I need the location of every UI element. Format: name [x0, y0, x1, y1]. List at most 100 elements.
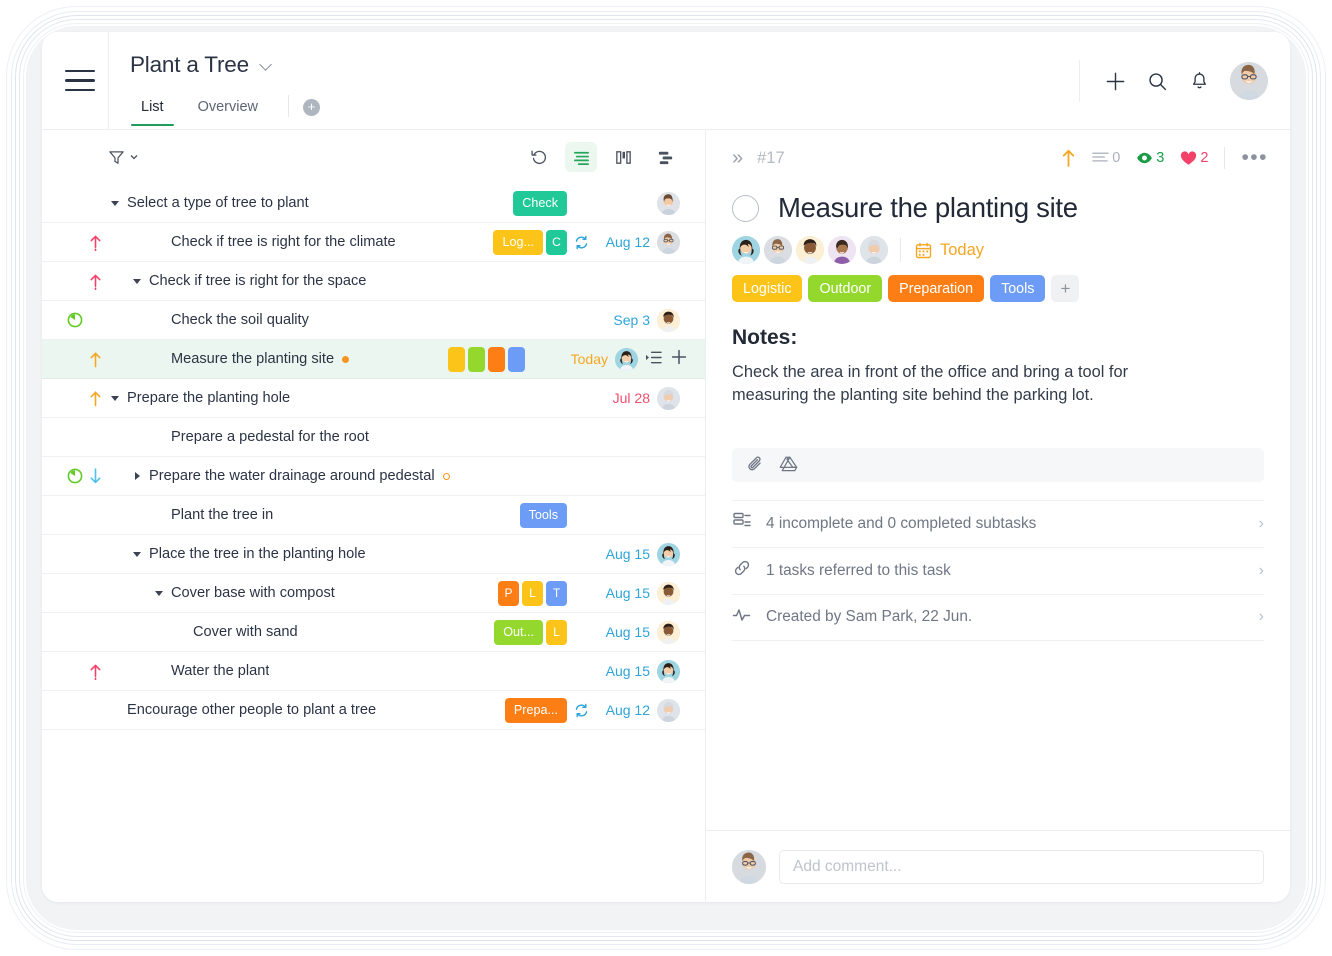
table-row[interactable]: Cover with sand Out... L Aug 15 — [42, 613, 705, 652]
table-row[interactable]: Cover base with compost P L T Aug 15 — [42, 574, 705, 613]
add-icon[interactable] — [671, 349, 687, 369]
expand-collapse-icon[interactable] — [130, 472, 144, 480]
assignee-avatar[interactable] — [657, 620, 680, 644]
tag-chip[interactable] — [508, 346, 525, 372]
assignee-avatar[interactable] — [657, 426, 680, 449]
priority-arrow-icon[interactable] — [89, 390, 102, 407]
assignee-avatar[interactable] — [657, 581, 680, 605]
expand-collapse-icon[interactable] — [130, 551, 144, 557]
assignee-avatar[interactable] — [657, 659, 680, 683]
progress-circle-icon[interactable] — [67, 624, 83, 640]
assignee-avatar[interactable] — [657, 308, 680, 332]
assignee-avatar[interactable] — [764, 236, 792, 264]
add-tag-button[interactable]: + — [1051, 275, 1080, 302]
progress-circle-icon[interactable] — [67, 429, 83, 445]
progress-circle-icon[interactable] — [67, 234, 83, 250]
list-view-icon[interactable] — [565, 142, 597, 172]
watchers-count[interactable]: 3 — [1136, 150, 1164, 166]
tag-chip[interactable]: C — [546, 229, 567, 255]
table-row[interactable]: Plant the tree in Tools — [42, 496, 705, 535]
tag-chip[interactable] — [448, 346, 465, 372]
progress-circle-icon[interactable] — [67, 546, 83, 562]
table-row[interactable]: Measure the planting site Today — [42, 340, 705, 379]
due-date[interactable]: Today — [554, 351, 608, 367]
assignee-avatar[interactable] — [657, 191, 680, 215]
notifications-icon[interactable] — [1188, 70, 1210, 92]
table-row[interactable]: Prepare the planting hole Jul 28 — [42, 379, 705, 418]
add-subtask-icon[interactable] — [645, 350, 662, 369]
table-row[interactable]: Water the plant Aug 15 — [42, 652, 705, 691]
chevron-right-icon[interactable]: › — [1259, 562, 1264, 580]
table-row[interactable]: Check if tree is right for the climate Lo… — [42, 223, 705, 262]
tag-chip[interactable]: Prepa... — [504, 697, 567, 723]
recurring-icon[interactable] — [574, 235, 589, 250]
table-row[interactable]: Check the soil quality Sep 3 — [42, 301, 705, 340]
recurring-icon[interactable] — [574, 625, 589, 640]
user-avatar[interactable] — [1230, 62, 1268, 100]
assignee-avatar[interactable] — [732, 236, 760, 264]
hamburger-icon[interactable] — [65, 70, 95, 92]
tag-chip[interactable]: L — [546, 619, 567, 645]
expand-collapse-icon[interactable] — [108, 200, 122, 206]
recurring-icon[interactable] — [532, 352, 547, 367]
progress-circle-icon[interactable] — [67, 351, 83, 367]
due-date[interactable]: Aug 15 — [596, 624, 650, 640]
tag-chip[interactable] — [488, 346, 505, 372]
recurring-icon[interactable] — [574, 586, 589, 601]
recurring-icon[interactable] — [574, 547, 589, 562]
tag-chip[interactable]: Tools — [519, 502, 567, 528]
complete-task-checkbox[interactable] — [732, 194, 759, 222]
recurring-icon[interactable] — [574, 313, 589, 328]
chevron-right-icon[interactable]: › — [1259, 515, 1264, 533]
table-row[interactable]: Prepare a pedestal for the root — [42, 418, 705, 457]
progress-circle-icon[interactable] — [67, 507, 83, 523]
assignee-avatar[interactable] — [828, 236, 856, 264]
assignee-avatar[interactable] — [796, 236, 824, 264]
tag-chip[interactable]: Log... — [493, 229, 543, 255]
tag-chip[interactable] — [468, 346, 485, 372]
assignee-avatar[interactable] — [860, 236, 888, 264]
assignee-avatar[interactable] — [657, 542, 680, 566]
assignee-avatar[interactable] — [657, 465, 680, 488]
due-date[interactable]: Aug 15 — [596, 663, 650, 679]
table-row[interactable]: Select a type of tree to plant Check — [42, 184, 705, 223]
tag-chip[interactable]: Check — [513, 190, 567, 216]
progress-circle-icon[interactable] — [67, 312, 83, 328]
comment-input[interactable] — [779, 849, 1264, 884]
recurring-icon[interactable] — [574, 274, 589, 289]
progress-circle-icon[interactable] — [67, 468, 83, 484]
tag-chip[interactable]: P — [498, 580, 519, 606]
tab-overview[interactable]: Overview — [188, 99, 268, 126]
detail-meta-row[interactable]: 1 tasks referred to this task › — [732, 546, 1264, 594]
expand-collapse-icon[interactable] — [130, 278, 144, 284]
progress-circle-icon[interactable] — [67, 195, 83, 211]
assignee-avatar[interactable] — [615, 347, 638, 371]
recurring-icon[interactable] — [574, 391, 589, 406]
assignee-avatar[interactable] — [657, 698, 680, 722]
chevron-down-icon[interactable] — [261, 60, 272, 71]
tag-chip[interactable]: L — [522, 580, 543, 606]
tag-chip[interactable]: Out... — [494, 619, 543, 645]
detail-tag[interactable]: Tools — [990, 275, 1046, 302]
history-icon[interactable] — [523, 142, 555, 172]
likes-count[interactable]: 2 — [1180, 150, 1208, 166]
table-row[interactable]: Check if tree is right for the space — [42, 262, 705, 301]
filter-button[interactable] — [108, 149, 138, 166]
priority-high-arrow-icon[interactable] — [1060, 147, 1076, 169]
detail-tag[interactable]: Preparation — [888, 275, 985, 302]
chevron-right-icon[interactable]: › — [1259, 608, 1264, 626]
expand-collapse-icon[interactable] — [152, 590, 166, 596]
recurring-icon[interactable] — [574, 469, 589, 484]
tab-list[interactable]: List — [131, 99, 174, 126]
search-icon[interactable] — [1146, 70, 1168, 92]
expand-collapse-icon[interactable] — [108, 395, 122, 401]
detail-meta-row[interactable]: Created by Sam Park, 22 Jun. › — [732, 593, 1264, 641]
timeline-view-icon[interactable] — [649, 142, 681, 172]
recurring-icon[interactable] — [574, 508, 589, 523]
progress-circle-icon[interactable] — [67, 390, 83, 406]
assignee-avatar[interactable] — [657, 386, 680, 410]
assignee-avatar[interactable] — [657, 504, 680, 527]
due-date[interactable]: Sep 3 — [596, 312, 650, 328]
google-drive-icon[interactable] — [779, 455, 798, 474]
table-row[interactable]: Place the tree in the planting hole Aug 1… — [42, 535, 705, 574]
